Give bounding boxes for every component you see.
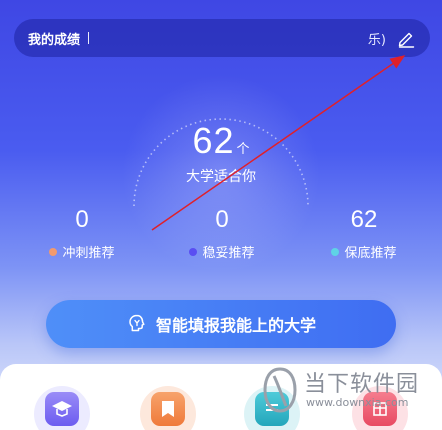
- annotation-arrow: [151, 55, 406, 231]
